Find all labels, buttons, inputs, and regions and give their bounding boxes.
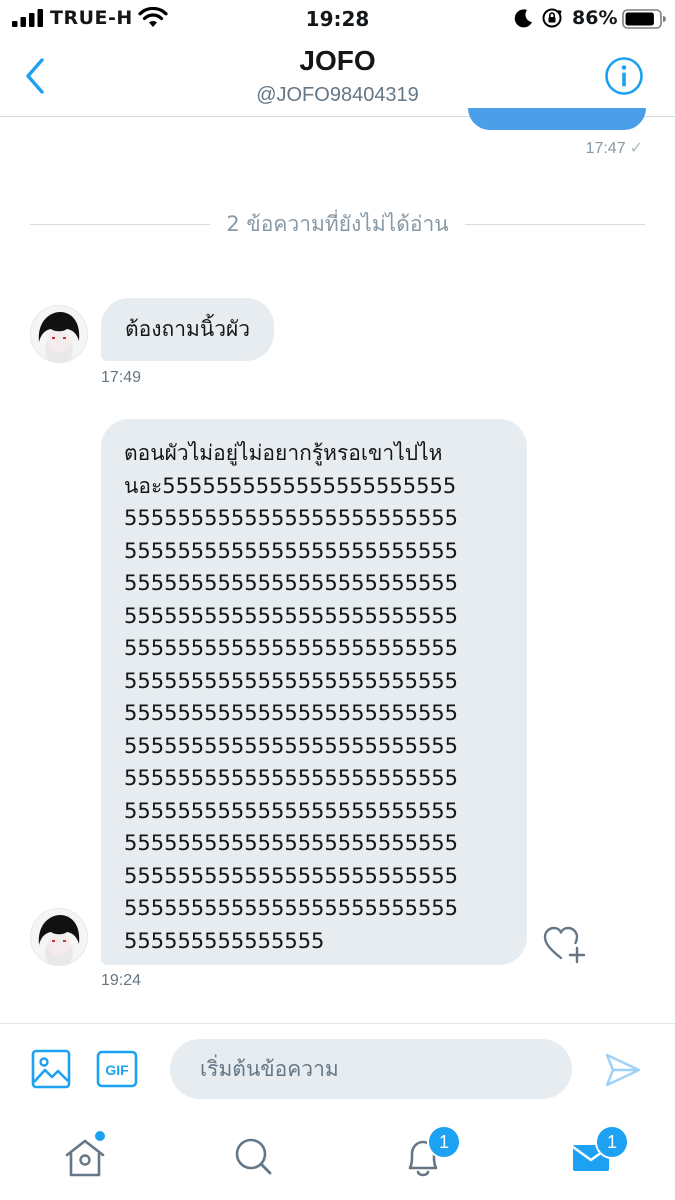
avatar[interactable]: [30, 305, 88, 363]
messages-badge: 1: [595, 1125, 629, 1159]
received-message-bubble[interactable]: ตอนผัวไม่อยู่ไม่อยากรู้หรอเขาไปไห นอะ555…: [101, 419, 527, 965]
unread-divider: 2 ข้อความที่ยังไม่ได้อ่าน: [30, 206, 645, 242]
battery-percent: 86%: [572, 7, 618, 29]
check-icon: ✓: [629, 140, 643, 157]
received-message-bubble[interactable]: ต้องถามนิ้วผัว: [101, 298, 275, 361]
divider-line-right: [464, 223, 645, 225]
tab-home[interactable]: [55, 1127, 115, 1187]
gif-button[interactable]: GIF: [96, 1050, 138, 1088]
divider-line-left: [30, 223, 211, 225]
send-icon[interactable]: [604, 1051, 642, 1089]
contact-handle: @JOFO98404319: [256, 84, 419, 106]
tab-notifications[interactable]: 1: [393, 1125, 461, 1187]
message-line: 555555555555555: [124, 928, 325, 953]
gif-label: GIF: [105, 1062, 129, 1078]
unread-label: 2 ข้อความที่ยังไม่ได้อ่าน: [226, 211, 449, 236]
message-line: 5555555555555555555555555: [124, 668, 459, 693]
search-icon: [235, 1138, 272, 1175]
message-input[interactable]: เริ่มต้นข้อความ: [170, 1039, 572, 1099]
home-icon: [65, 1139, 105, 1177]
sent-message-bubble[interactable]: [468, 108, 646, 130]
message-time: 19:24: [101, 972, 142, 989]
status-bar: TRUE-H 19:28 86%: [0, 0, 675, 36]
message-line: 5555555555555555555555555: [124, 571, 459, 595]
message-text: ต้องถามนิ้วผัว: [125, 317, 251, 342]
avatar[interactable]: [30, 908, 88, 966]
message-line: 5555555555555555555555555: [124, 506, 459, 530]
message-line: 5555555555555555555555555: [124, 798, 459, 823]
message-time: 17:49: [101, 369, 142, 386]
battery-icon: [622, 9, 666, 29]
sent-time-text: 17:47: [585, 140, 626, 157]
message-composer: GIF เริ่มต้นข้อความ: [0, 1023, 675, 1114]
message-line: 5555555555555555555555555: [124, 766, 459, 790]
message-line: 5555555555555555555555555: [124, 831, 459, 855]
message-line: ตอนผัวไม่อยู่ไม่อยากรู้หรอเขาไปไห: [124, 441, 443, 465]
message-line: 5555555555555555555555555: [124, 603, 459, 628]
sent-message-time: 17:47 ✓: [586, 138, 643, 158]
message-line: 5555555555555555555555555: [124, 538, 459, 563]
message-line: 5555555555555555555555555: [124, 636, 459, 660]
tab-messages[interactable]: 1: [561, 1125, 629, 1187]
tab-bar: 1 1: [0, 1113, 675, 1200]
heart-plus-icon[interactable]: [541, 924, 587, 964]
message-line: 5555555555555555555555555: [124, 896, 459, 920]
message-line: 5555555555555555555555555: [124, 863, 459, 888]
conversation-header: JOFO @JOFO98404319: [0, 36, 675, 117]
tab-search[interactable]: [223, 1127, 283, 1187]
message-input-placeholder: เริ่มต้นข้อความ: [200, 1056, 339, 1081]
message-line: 5555555555555555555555555: [124, 701, 459, 725]
moon-icon: [514, 9, 532, 28]
message-line: นอะ5555555555555555555555: [124, 473, 457, 498]
message-line: 5555555555555555555555555: [124, 733, 459, 758]
contact-name: JOFO: [299, 45, 376, 76]
info-icon[interactable]: [604, 56, 644, 96]
image-icon[interactable]: [30, 1048, 72, 1090]
notifications-badge: 1: [427, 1125, 461, 1159]
rotation-lock-icon: [542, 8, 562, 28]
new-tweets-dot: [95, 1131, 105, 1141]
